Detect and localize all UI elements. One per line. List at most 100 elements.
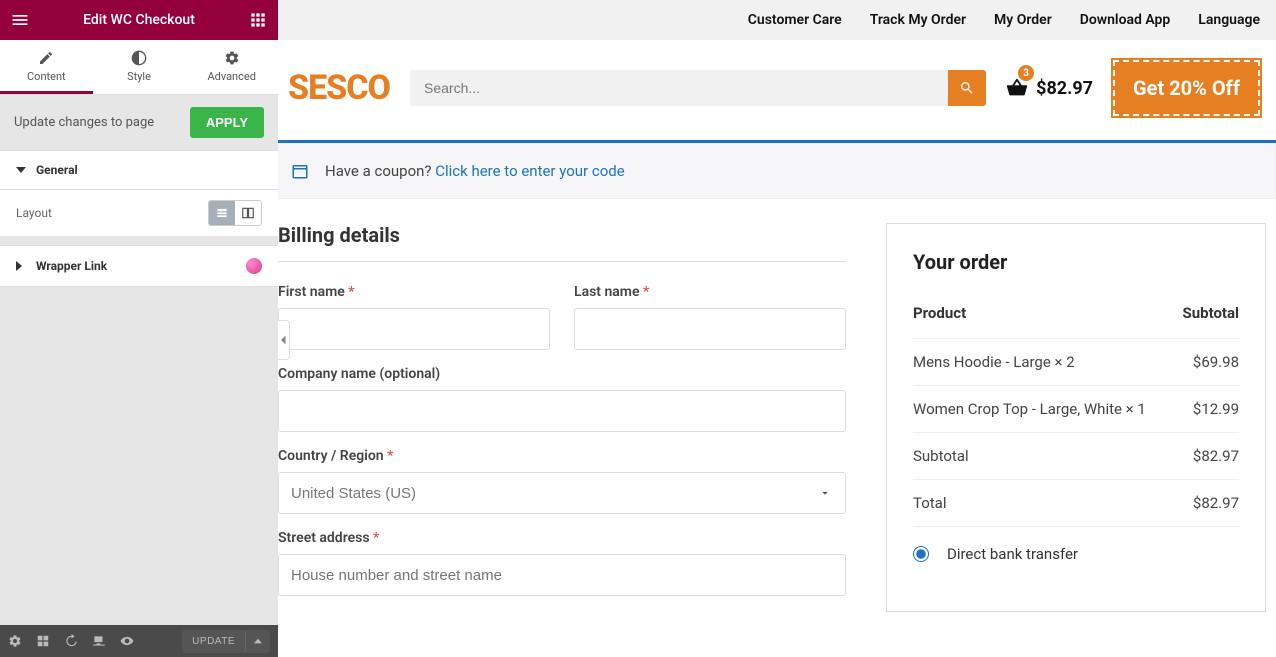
field-street: Street address * <box>278 530 846 596</box>
payment-bank-label: Direct bank transfer <box>947 545 1078 563</box>
promo-banner[interactable]: Get 20% Off <box>1113 60 1260 116</box>
field-last-name: Last name * <box>574 284 846 350</box>
pencil-icon <box>38 50 54 66</box>
menu-icon[interactable] <box>10 10 30 30</box>
plugin-badge-icon <box>246 258 262 274</box>
coupon-link[interactable]: Click here to enter your code <box>435 162 624 180</box>
radio-bank-transfer[interactable] <box>913 546 929 562</box>
coupon-prompt: Have a coupon? <box>325 162 435 180</box>
layout-split-icon <box>241 206 255 220</box>
wc-checkout-widget: Have a coupon? Click here to enter your … <box>278 140 1276 612</box>
tab-style[interactable]: Style <box>93 40 186 94</box>
input-last-name[interactable] <box>574 308 846 350</box>
apply-button[interactable]: APPLY <box>190 107 264 138</box>
order-subtotal-value: $82.97 <box>1175 433 1239 480</box>
editor-header: Edit WC Checkout <box>0 0 278 40</box>
footer-update-split: UPDATE <box>182 630 270 653</box>
cart-button[interactable]: 3 $82.97 <box>1006 77 1093 99</box>
caret-up-icon <box>254 637 262 645</box>
widgets-grid-icon[interactable] <box>248 10 268 30</box>
link-customer-care[interactable]: Customer Care <box>748 12 842 28</box>
select-country[interactable]: United States (US) <box>278 472 846 514</box>
order-item-price: $69.98 <box>1175 339 1239 386</box>
label-last-name: Last name * <box>574 284 846 300</box>
search-form <box>410 70 986 106</box>
link-track-order[interactable]: Track My Order <box>870 12 966 28</box>
tab-content-label: Content <box>27 70 66 83</box>
label-first-name: First name * <box>278 284 550 300</box>
gear-icon <box>224 50 240 66</box>
cart-count-badge: 3 <box>1018 65 1034 81</box>
update-hint-text: Update changes to page <box>14 115 154 130</box>
billing-form: Billing details First name * Last name *… <box>278 223 846 612</box>
settings-icon[interactable] <box>8 634 22 648</box>
chevron-left-icon <box>281 335 287 345</box>
responsive-icon[interactable] <box>92 634 106 648</box>
order-heading: Your order <box>913 250 1239 274</box>
order-total-label: Total <box>913 480 1175 527</box>
search-icon <box>959 80 975 96</box>
layout-label: Layout <box>16 206 52 220</box>
footer-update-caret[interactable] <box>245 631 270 651</box>
section-general[interactable]: General <box>0 150 278 190</box>
payment-option-bank[interactable]: Direct bank transfer <box>913 527 1239 571</box>
top-utility-bar: Customer Care Track My Order My Order Do… <box>278 0 1276 40</box>
tab-advanced[interactable]: Advanced <box>185 40 278 94</box>
field-country: Country / Region * United States (US) <box>278 448 846 514</box>
calendar-icon <box>291 162 309 180</box>
navigator-icon[interactable] <box>36 634 50 648</box>
order-subtotal-label: Subtotal <box>913 433 1175 480</box>
sidebar-collapse-handle[interactable] <box>278 320 290 360</box>
layout-control: Layout <box>0 190 278 237</box>
order-item-name: Mens Hoodie - Large × 2 <box>913 339 1175 386</box>
layout-single-icon <box>215 206 229 220</box>
th-product: Product <box>913 294 1175 339</box>
input-company[interactable] <box>278 390 846 432</box>
coupon-banner: Have a coupon? Click here to enter your … <box>278 143 1276 199</box>
section-general-label: General <box>36 163 78 177</box>
link-download-app[interactable]: Download App <box>1080 12 1171 28</box>
order-item-row: Mens Hoodie - Large × 2 $69.98 <box>913 339 1239 386</box>
link-language[interactable]: Language <box>1198 12 1260 28</box>
section-wrapper-link[interactable]: Wrapper Link <box>0 245 278 287</box>
label-country: Country / Region * <box>278 448 846 464</box>
search-button[interactable] <box>948 70 986 106</box>
label-street: Street address * <box>278 530 846 546</box>
layout-single-column[interactable] <box>209 201 235 225</box>
order-item-price: $12.99 <box>1175 386 1239 433</box>
order-item-row: Women Crop Top - Large, White × 1 $12.99 <box>913 386 1239 433</box>
caret-down-icon <box>16 165 26 175</box>
preview-canvas: Customer Care Track My Order My Order Do… <box>278 0 1276 657</box>
order-summary: Your order Product Subtotal Mens Hoodie … <box>886 223 1266 612</box>
editor-title: Edit WC Checkout <box>30 12 248 28</box>
history-icon[interactable] <box>64 634 78 648</box>
input-street[interactable] <box>278 554 846 596</box>
order-total-value: $82.97 <box>1175 480 1239 527</box>
footer-update-button[interactable]: UPDATE <box>182 630 245 653</box>
update-row: Update changes to page APPLY <box>0 95 278 150</box>
search-input[interactable] <box>410 70 948 106</box>
elementor-sidebar: Edit WC Checkout Content Style Advanced … <box>0 0 278 657</box>
billing-heading: Billing details <box>278 223 846 247</box>
tab-content[interactable]: Content <box>0 40 93 94</box>
editor-footer: UPDATE <box>0 625 278 657</box>
caret-right-icon <box>16 261 24 271</box>
layout-two-column[interactable] <box>235 201 261 225</box>
th-subtotal: Subtotal <box>1175 294 1239 339</box>
editor-tabs: Content Style Advanced <box>0 40 278 95</box>
tab-advanced-label: Advanced <box>207 70 255 83</box>
label-company: Company name (optional) <box>278 366 846 382</box>
order-table: Product Subtotal Mens Hoodie - Large × 2… <box>913 294 1239 527</box>
site-header: SESCO 3 $82.97 Get 20% Off <box>278 40 1276 140</box>
wrapper-link-label: Wrapper Link <box>36 259 107 273</box>
layout-segmented <box>208 200 262 226</box>
contrast-icon <box>131 50 147 66</box>
link-my-order[interactable]: My Order <box>994 12 1052 28</box>
input-first-name[interactable] <box>278 308 550 350</box>
field-first-name: First name * <box>278 284 550 350</box>
order-item-name: Women Crop Top - Large, White × 1 <box>913 386 1175 433</box>
tab-style-label: Style <box>127 70 151 83</box>
preview-icon[interactable] <box>120 634 134 648</box>
brand-logo[interactable]: SESCO <box>288 68 390 108</box>
field-company: Company name (optional) <box>278 366 846 432</box>
